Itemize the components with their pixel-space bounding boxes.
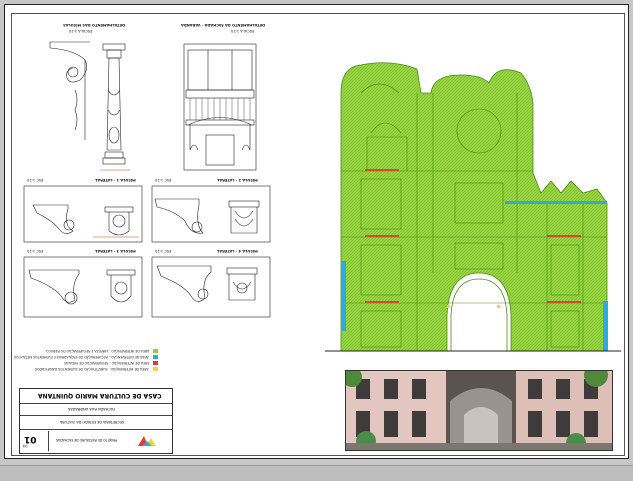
detail-label-misula-3: MÍSULA 3 - LATERAL [95, 249, 136, 253]
facade-elevation [325, 62, 621, 352]
bracket-column-drawing [49, 41, 130, 171]
legend-swatch-green [153, 349, 158, 353]
detail-title-varanda: DETALHAMENTO DA FACHADA - VARANDA [181, 23, 265, 27]
sheet-number-box: 01 04 [20, 431, 49, 451]
legend-text: ÁREA DE INTERVENÇÃO - SUBSTITUIÇÃO DE EL… [35, 367, 149, 371]
legend-row-esquadrias: ÁREA DE INTERVENÇÃO - RECUPERAÇÃO DE ESQ… [14, 355, 165, 360]
legend-text: ÁREA DE INTERVENÇÃO - LIMPEZA E RECUPERA… [45, 349, 149, 353]
legend-row-reboco: ÁREA DE INTERVENÇÃO - LIMPEZA E RECUPERA… [15, 349, 165, 354]
scale-label-m3: ESC 1:25 [27, 249, 44, 253]
title-institution: SECRETARIA DE ESTADO DA CULTURA [60, 420, 124, 424]
detail-subtitle-misulas: ESCALA 1:25 [69, 29, 93, 33]
scale-label-m2: ESC 1:25 [155, 178, 172, 182]
legend-row-substituicao: ÁREA DE INTERVENÇÃO - SUBSTITUIÇÃO DE EL… [15, 367, 165, 372]
misula-detail-box-4 [151, 256, 271, 318]
title-sheet-area: 01 04 PROJETO DE RESTAURO DE FACHADAS [20, 431, 172, 451]
misula-detail-box-1 [23, 185, 143, 243]
detail-subtitle-varanda: ESCALA 1:25 [231, 29, 255, 33]
legend-swatch-yellow [153, 367, 158, 371]
blue-element [341, 261, 346, 331]
scale-label-m1: ESC 1:25 [27, 178, 44, 182]
scale-label-m4: ESC 1:25 [155, 249, 172, 253]
title-project: CASA DE CULTURA MÁRIO QUINTANA [38, 392, 162, 399]
legend-row-misulas: ÁREA DE INTERVENÇÃO - RECUPERAÇÃO DE MÍS… [15, 361, 165, 366]
yellow-mark [497, 305, 500, 308]
legend-text: ÁREA DE INTERVENÇÃO - RECUPERAÇÃO DE ESQ… [14, 355, 149, 359]
title-drawing: FACHADA RUA ANDRADAS [68, 407, 116, 411]
drawing-sheet: DETALHAMENTO DAS MÍSULAS ESCALA 1:25 DET… [4, 4, 629, 459]
institution-logo [138, 436, 156, 446]
misula-detail-box-2 [151, 185, 271, 243]
legend-swatch-blue [153, 355, 158, 359]
yellow-mark [447, 305, 450, 308]
legend-text: ÁREA DE INTERVENÇÃO - RECUPERAÇÃO DE MÍS… [63, 361, 149, 365]
misula-detail-box-3 [23, 256, 143, 318]
bottom-status-strip [0, 465, 633, 481]
balcony-elevation-drawing [183, 43, 257, 171]
blue-element [603, 301, 608, 351]
detail-title-misulas: DETALHAMENTO DAS MÍSULAS [63, 23, 125, 27]
title-block: CASA DE CULTURA MÁRIO QUINTANA FACHADA R… [19, 388, 173, 454]
detail-label-misula-2: MÍSULA 2 - LATERAL [217, 178, 258, 182]
blue-element [505, 201, 607, 204]
detail-label-misula-4: MÍSULA 4 - LATERAL [217, 249, 258, 253]
facade-photo [345, 370, 613, 451]
detail-label-misula-1: MÍSULA 1 - LATERAL [95, 178, 136, 182]
legend-swatch-red [153, 361, 158, 365]
